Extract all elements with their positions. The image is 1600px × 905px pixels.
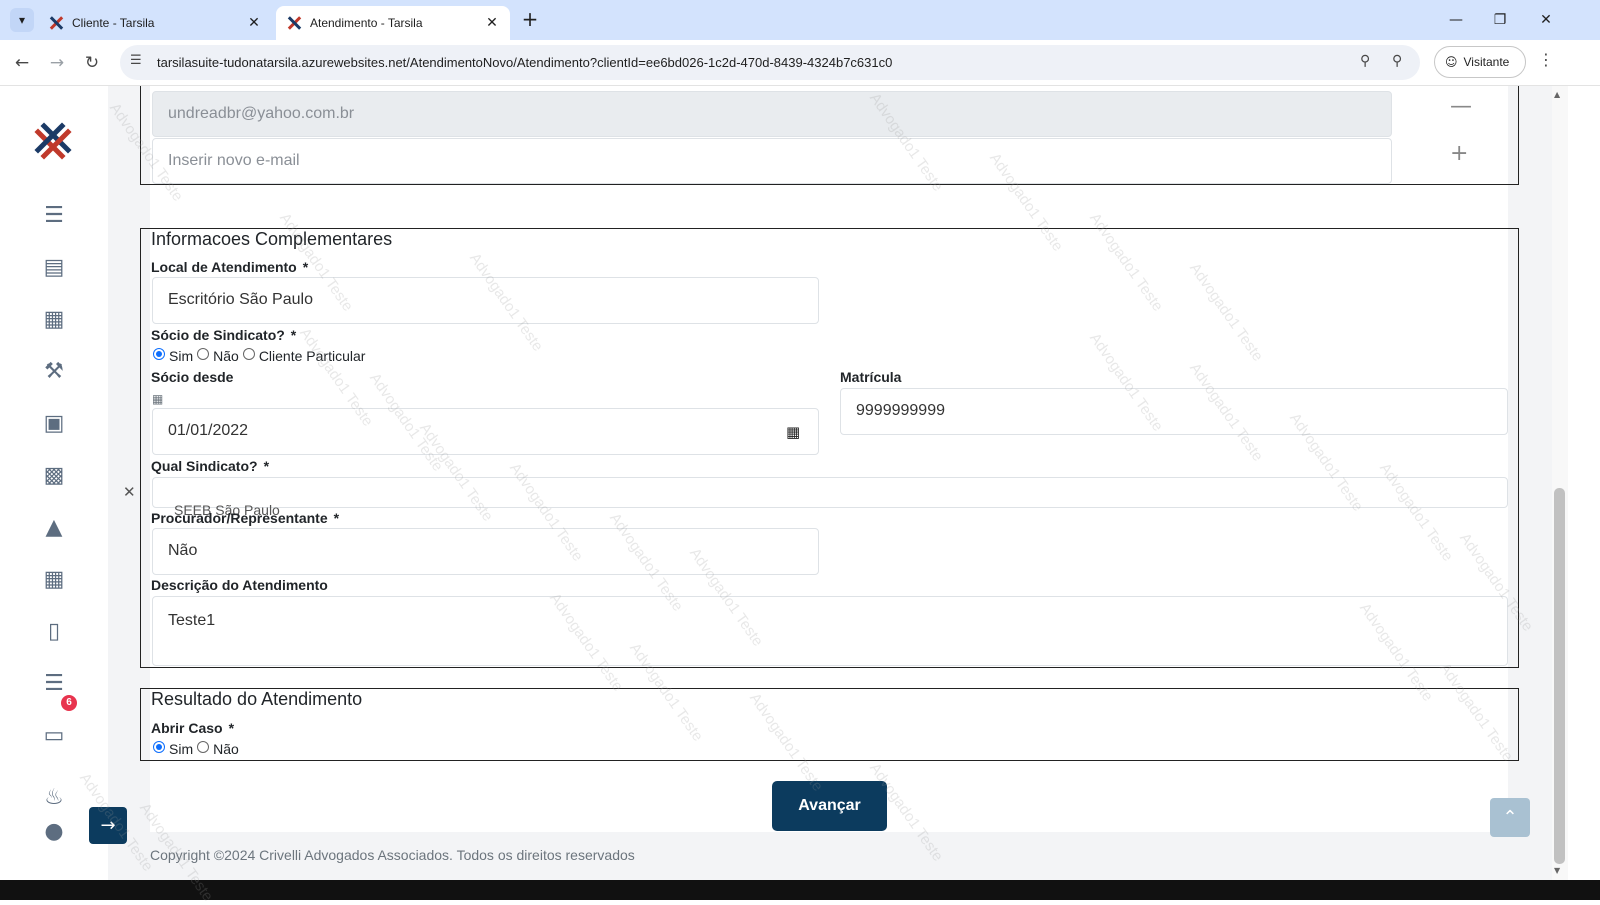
- new-email-input[interactable]: Inserir novo e-mail: [152, 138, 1392, 184]
- location-icon[interactable]: ⚲: [1360, 53, 1370, 69]
- id-card-icon[interactable]: ▤: [40, 256, 68, 280]
- socio-sim-radio[interactable]: [153, 348, 165, 360]
- back-button[interactable]: ←: [8, 49, 36, 77]
- abrir-sim-label: Sim: [169, 741, 194, 757]
- tab-title: Atendimento - Tarsila: [310, 16, 423, 30]
- zoom-icon[interactable]: ⚲: [1392, 53, 1402, 69]
- file-icon[interactable]: ▯: [40, 620, 68, 644]
- close-window-button[interactable]: ✕: [1524, 6, 1568, 34]
- socio-nao-radio[interactable]: [197, 348, 210, 360]
- socio-label: Sócio de Sindicato? *: [151, 327, 297, 343]
- socio-particular-label: Cliente Particular: [258, 348, 366, 364]
- procurador-select[interactable]: Não: [152, 528, 819, 575]
- calendar-icon: ▦: [152, 392, 164, 406]
- matricula-input[interactable]: 9999999999: [840, 388, 1508, 435]
- money-icon[interactable]: ▣: [40, 412, 68, 436]
- sidebar: ☰ ▤ ▦ ⚒ ▣ ▩ ▲ ▦ ▯ ☰ ▭ ♨ ●: [0, 86, 108, 884]
- book-icon[interactable]: ▩: [40, 464, 68, 488]
- tab-search-button[interactable]: ▾: [10, 8, 34, 32]
- procurador-label: Procurador/Representante *: [151, 510, 340, 526]
- avancar-button[interactable]: Avançar: [772, 781, 887, 831]
- close-icon[interactable]: ✕: [123, 483, 136, 501]
- scroll-up-arrow[interactable]: ▲: [1554, 90, 1560, 99]
- list-icon[interactable]: ☰: [40, 204, 68, 228]
- minimize-button[interactable]: —: [1434, 6, 1478, 34]
- notification-badge: 6: [61, 695, 77, 711]
- close-tab-icon[interactable]: ✕: [484, 15, 500, 31]
- descricao-label: Descrição do Atendimento: [151, 577, 328, 593]
- sindicato-label: Qual Sindicato? *: [151, 458, 270, 474]
- gavel-icon[interactable]: ⚒: [40, 360, 68, 384]
- browser-toolbar: ← → ↻ ☰ tarsilasuite-tudonatarsila.azure…: [0, 40, 1600, 86]
- descricao-textarea[interactable]: Teste1: [152, 596, 1508, 666]
- tab-cliente[interactable]: Cliente - Tarsila ✕: [38, 6, 272, 40]
- reload-button[interactable]: ↻: [78, 49, 106, 77]
- ticket-icon[interactable]: ▭: [40, 724, 68, 748]
- socio-nao-label: Não: [213, 348, 239, 364]
- tab-title: Cliente - Tarsila: [72, 16, 155, 30]
- abrir-sim-radio[interactable]: [153, 741, 165, 753]
- url-text: tarsilasuite-tudonatarsila.azurewebsites…: [157, 55, 893, 70]
- add-email-icon[interactable]: +: [1450, 141, 1468, 166]
- close-tab-icon[interactable]: ✕: [246, 15, 262, 31]
- site-info-icon[interactable]: ☰: [130, 53, 142, 68]
- socio-desde-date-input[interactable]: 01/01/2022: [152, 408, 819, 455]
- bank-icon[interactable]: ▲: [40, 516, 68, 540]
- scroll-to-top-button[interactable]: ⌃: [1490, 798, 1530, 837]
- restore-button[interactable]: ❐: [1478, 6, 1522, 34]
- socio-particular-radio[interactable]: [242, 348, 255, 360]
- remove-email-icon[interactable]: —: [1450, 94, 1472, 119]
- date-picker-icon[interactable]: ▦: [786, 423, 800, 441]
- abrir-caso-radio-group: Sim Não: [151, 741, 239, 757]
- bell-icon[interactable]: ♨: [40, 786, 68, 810]
- user-icon[interactable]: ●: [40, 820, 68, 844]
- tarsila-favicon-icon: [48, 15, 64, 31]
- socio-desde-label: Sócio desde: [151, 369, 234, 385]
- forward-button[interactable]: →: [43, 49, 71, 77]
- address-bar[interactable]: ☰ tarsilasuite-tudonatarsila.azurewebsit…: [120, 45, 1420, 80]
- scroll-down-arrow[interactable]: ▼: [1554, 866, 1560, 875]
- info-section-title: Informacoes Complementares: [151, 229, 393, 249]
- local-label: Local de Atendimento *: [151, 259, 309, 275]
- calendar-alt-icon[interactable]: ▦: [40, 568, 68, 592]
- calendar-icon[interactable]: ▦: [40, 308, 68, 332]
- sindicato-select[interactable]: [152, 477, 1508, 508]
- matricula-label: Matrícula: [840, 369, 902, 385]
- profile-label: Visitante: [1463, 55, 1510, 69]
- existing-email-field: undreadbr@yahoo.com.br: [152, 91, 1392, 137]
- new-tab-button[interactable]: +: [518, 8, 542, 32]
- result-section-title: Resultado do Atendimento: [151, 689, 363, 709]
- abrir-nao-radio[interactable]: [197, 741, 210, 753]
- footer-copyright: Copyright ©2024 Crivelli Advogados Assoc…: [150, 847, 635, 863]
- socio-radio-group: Sim Não Cliente Particular: [151, 348, 365, 364]
- tarsila-logo[interactable]: [32, 120, 74, 162]
- abrir-nao-label: Não: [213, 741, 239, 757]
- expand-sidebar-button[interactable]: →: [89, 807, 127, 844]
- chart-icon[interactable]: ☰: [40, 672, 68, 696]
- browser-tab-bar: ▾ Cliente - Tarsila ✕ Atendimento - Tars…: [0, 0, 1600, 40]
- abrir-caso-label: Abrir Caso *: [151, 720, 235, 736]
- socio-sim-label: Sim: [169, 348, 194, 364]
- tab-atendimento[interactable]: Atendimento - Tarsila ✕: [276, 6, 510, 40]
- local-atendimento-select[interactable]: Escritório São Paulo: [152, 277, 819, 324]
- tarsila-favicon-icon: [286, 15, 302, 31]
- taskbar-edge: [0, 880, 1600, 900]
- profile-button[interactable]: ☺ Visitante: [1434, 46, 1526, 78]
- browser-menu-icon[interactable]: ⋮: [1538, 50, 1554, 69]
- profile-icon: ☺: [1445, 55, 1458, 69]
- scrollbar-thumb[interactable]: [1554, 488, 1565, 864]
